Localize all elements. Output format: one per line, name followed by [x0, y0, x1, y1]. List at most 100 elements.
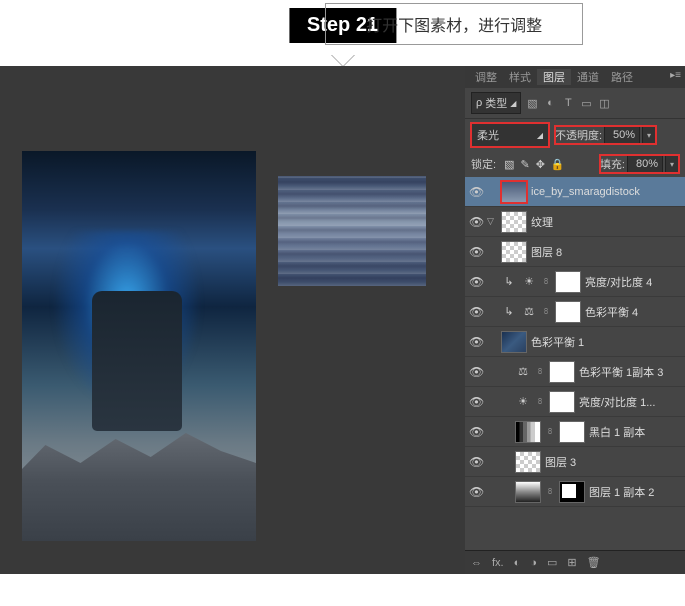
filter-shape-icon[interactable]: ▭ [579, 96, 593, 110]
lock-fill-row: 锁定: ▧ ✎ ✥ 🔒 填充: 80% ▾ [465, 151, 685, 177]
layer-name: ice_by_smaragdistock [531, 186, 640, 198]
layer-thumbnail[interactable] [515, 481, 541, 503]
lock-all-icon[interactable]: 🔒 [551, 158, 565, 171]
opacity-value[interactable]: 50% [604, 126, 640, 144]
lock-transparent-icon[interactable]: ▧ [504, 158, 514, 171]
chevron-down-icon[interactable]: ▾ [665, 155, 679, 173]
layer-row[interactable]: 👁 𝟾 黑白 1 副本 [465, 417, 685, 447]
lock-icons: ▧ ✎ ✥ 🔒 [504, 158, 565, 171]
layers-bottom-bar: ⇔ fx. ◐ ◑ ▭ ⊞ 🗑 [465, 550, 685, 574]
visibility-icon[interactable]: 👁 [469, 335, 483, 349]
layer-row[interactable]: 👁 ⚖ 𝟾 色彩平衡 1副本 3 [465, 357, 685, 387]
mask-thumbnail[interactable] [555, 301, 581, 323]
blend-opacity-row: 柔光◢ 不透明度: 50% ▾ [465, 119, 685, 151]
layer-row[interactable]: 👁 ☀ 𝟾 亮度/对比度 1... [465, 387, 685, 417]
clip-icon: ↳ [501, 305, 517, 318]
layer-thumbnail[interactable] [501, 211, 527, 233]
fill-label: 填充: [600, 156, 625, 172]
filter-adjust-icon[interactable]: ◐ [543, 96, 557, 110]
layer-name: 色彩平衡 1 [531, 334, 584, 350]
canvas-area[interactable] [0, 66, 465, 574]
layer-name: 纹理 [531, 214, 553, 230]
layers-list: 👁 ice_by_smaragdistock 👁 ▽ 纹理 👁 图层 8 👁 [465, 177, 685, 547]
canvas-image-main[interactable] [22, 151, 256, 541]
fill-control[interactable]: 填充: 80% ▾ [600, 155, 679, 173]
panel-tabs: 调整 样式 图层 通道 路径 ▸≡ [465, 66, 685, 88]
tab-styles[interactable]: 样式 [503, 69, 537, 85]
visibility-icon[interactable]: 👁 [469, 305, 483, 319]
layer-row[interactable]: 👁 ice_by_smaragdistock [465, 177, 685, 207]
brightness-icon: ☀ [521, 275, 537, 288]
opacity-control[interactable]: 不透明度: 50% ▾ [555, 126, 656, 144]
link-layers-icon[interactable]: ⇔ [471, 557, 482, 569]
layer-thumbnail[interactable] [501, 181, 527, 203]
visibility-icon[interactable]: 👁 [469, 215, 483, 229]
layer-name: 亮度/对比度 4 [585, 274, 652, 290]
instruction-text: 打开下图素材，进行调整 [325, 3, 583, 45]
visibility-icon[interactable]: 👁 [469, 185, 483, 199]
layer-filter-row: ρ 类型 ◢ ▧ ◐ T ▭ ◫ [465, 88, 685, 119]
mask-thumbnail[interactable] [555, 271, 581, 293]
filter-smart-icon[interactable]: ◫ [597, 96, 611, 110]
visibility-icon[interactable]: 👁 [469, 275, 483, 289]
mask-thumbnail[interactable] [559, 481, 585, 503]
visibility-icon[interactable]: 👁 [469, 365, 483, 379]
filter-pixel-icon[interactable]: ▧ [525, 96, 539, 110]
mask-icon[interactable]: ◐ [514, 557, 521, 569]
layer-row[interactable]: 👁 𝟾 图层 1 副本 2 [465, 477, 685, 507]
visibility-icon[interactable]: 👁 [469, 395, 483, 409]
visibility-icon[interactable]: 👁 [469, 245, 483, 259]
new-layer-icon[interactable]: ⊞ [567, 556, 576, 569]
chevron-down-icon[interactable]: ▾ [642, 126, 656, 144]
filter-type-icon[interactable]: T [561, 96, 575, 110]
mask-thumbnail[interactable] [549, 361, 575, 383]
tab-layers[interactable]: 图层 [537, 69, 571, 85]
layer-row[interactable]: 👁 图层 8 [465, 237, 685, 267]
visibility-icon[interactable]: 👁 [469, 425, 483, 439]
canvas-image-material[interactable] [278, 176, 426, 286]
tab-channels[interactable]: 通道 [571, 69, 605, 85]
lock-position-icon[interactable]: ✥ [536, 158, 545, 171]
visibility-icon[interactable]: 👁 [469, 455, 483, 469]
blend-mode-dropdown[interactable]: 柔光◢ [471, 123, 549, 147]
expand-icon[interactable]: ▽ [487, 216, 497, 227]
balance-icon: ⚖ [521, 305, 537, 318]
layer-name: 色彩平衡 1副本 3 [579, 364, 663, 380]
link-icon: 𝟾 [541, 276, 551, 287]
balance-icon: ⚖ [515, 365, 531, 378]
opacity-label: 不透明度: [555, 127, 602, 143]
panel-menu-icon[interactable]: ▸≡ [670, 70, 681, 81]
fill-value[interactable]: 80% [627, 155, 663, 173]
lock-label: 锁定: [471, 156, 496, 172]
trash-icon[interactable]: 🗑 [587, 556, 601, 569]
adjust-thumbnail[interactable] [515, 421, 541, 443]
layer-row[interactable]: 👁 ↳ ☀ 𝟾 亮度/对比度 4 [465, 267, 685, 297]
layer-row[interactable]: 👁 色彩平衡 1 [465, 327, 685, 357]
layer-thumbnail[interactable] [501, 241, 527, 263]
adjustment-icon[interactable]: ◑ [530, 557, 537, 569]
pointer-icon [331, 54, 355, 66]
brightness-icon: ☀ [515, 395, 531, 408]
tab-adjustments[interactable]: 调整 [469, 69, 503, 85]
mask-thumbnail[interactable] [559, 421, 585, 443]
fx-icon[interactable]: fx. [492, 557, 504, 569]
mask-thumbnail[interactable] [549, 391, 575, 413]
link-icon: 𝟾 [535, 366, 545, 377]
layer-thumbnail[interactable] [515, 451, 541, 473]
layer-name: 色彩平衡 4 [585, 304, 638, 320]
visibility-icon[interactable]: 👁 [469, 485, 483, 499]
lock-paint-icon[interactable]: ✎ [520, 158, 529, 171]
layer-row[interactable]: 👁 ▽ 纹理 [465, 207, 685, 237]
layer-thumbnail[interactable] [501, 331, 527, 353]
group-icon[interactable]: ▭ [547, 556, 557, 569]
tab-paths[interactable]: 路径 [605, 69, 639, 85]
layer-row[interactable]: 👁 图层 3 [465, 447, 685, 477]
clip-icon: ↳ [501, 275, 517, 288]
layer-name: 图层 1 副本 2 [589, 484, 654, 500]
layer-name: 图层 8 [531, 244, 562, 260]
layer-row[interactable]: 👁 ↳ ⚖ 𝟾 色彩平衡 4 [465, 297, 685, 327]
link-icon: 𝟾 [545, 426, 555, 437]
filter-type-dropdown[interactable]: ρ 类型 ◢ [471, 92, 521, 114]
layer-name: 黑白 1 副本 [589, 424, 645, 440]
link-icon: 𝟾 [535, 396, 545, 407]
